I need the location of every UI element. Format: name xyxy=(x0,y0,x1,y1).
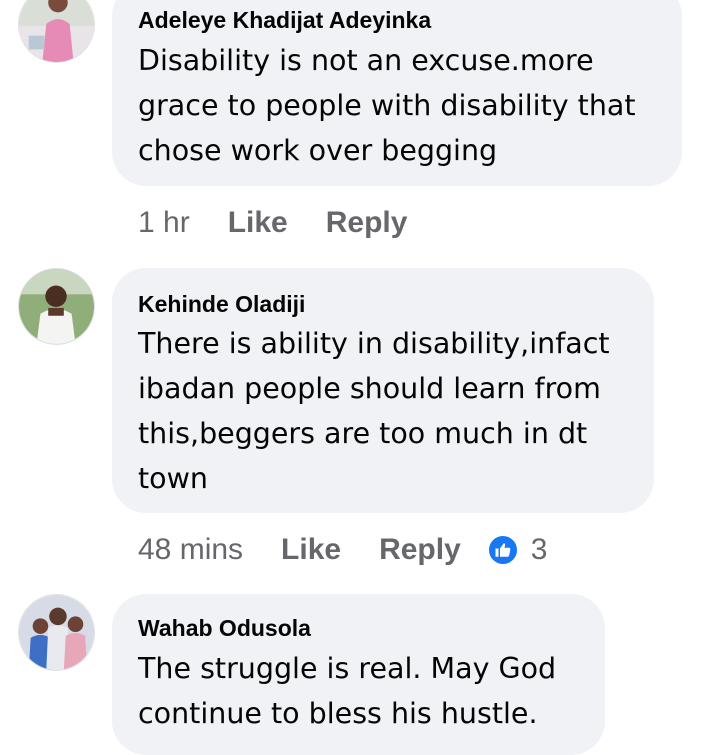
like-button[interactable]: Like xyxy=(281,533,341,567)
comment-actions: 1 hr Like Reply xyxy=(138,203,445,243)
reply-button[interactable]: Reply xyxy=(379,533,461,567)
comment-bubble: Adeleye Khadijat Adeyinka Disability is … xyxy=(112,0,682,186)
comment-line: There is ability in disability,infact xyxy=(138,327,610,360)
comment-line: this,beggers are too much in dt xyxy=(138,417,588,450)
avatar[interactable] xyxy=(18,268,95,345)
comment-item: Adeleye Khadijat Adeyinka Disability is … xyxy=(0,0,720,260)
comment-text: The struggle is real. May God continue t… xyxy=(138,646,556,736)
comment-actions: 48 mins Like Reply 3 xyxy=(138,530,547,570)
comment-author[interactable]: Wahab Odusola xyxy=(138,614,311,642)
comment-item: Kehinde Oladiji There is ability in disa… xyxy=(0,264,720,584)
comment-line: town xyxy=(138,462,208,495)
reply-button[interactable]: Reply xyxy=(326,206,408,240)
comment-line: grace to people with disability that xyxy=(138,89,636,122)
comment-item: Wahab Odusola The struggle is real. May … xyxy=(0,594,720,755)
comment-timestamp[interactable]: 1 hr xyxy=(138,206,190,240)
comment-bubble: Wahab Odusola The struggle is real. May … xyxy=(112,594,605,755)
reaction-summary[interactable]: 3 xyxy=(486,533,548,567)
comment-line: ibadan people should learn from xyxy=(138,372,601,405)
comment-timestamp[interactable]: 48 mins xyxy=(138,533,243,567)
user-avatar-icon xyxy=(19,595,94,670)
comment-text: There is ability in disability,infact ib… xyxy=(138,321,610,501)
user-avatar-icon xyxy=(19,0,94,62)
comment-line: chose work over begging xyxy=(138,134,498,167)
avatar[interactable] xyxy=(18,0,95,63)
like-icon xyxy=(486,534,519,566)
comment-author[interactable]: Kehinde Oladiji xyxy=(138,290,305,318)
comment-text: Disability is not an excuse.more grace t… xyxy=(138,38,636,173)
like-button[interactable]: Like xyxy=(228,206,288,240)
reaction-count: 3 xyxy=(530,533,548,566)
comment-line: Disability is not an excuse.more xyxy=(138,44,594,77)
user-avatar-icon xyxy=(19,269,94,344)
comment-line: continue to bless his hustle. xyxy=(138,697,538,730)
comment-bubble: Kehinde Oladiji There is ability in disa… xyxy=(112,268,654,513)
avatar[interactable] xyxy=(18,594,95,671)
comment-line: The struggle is real. May God xyxy=(138,652,557,685)
comment-author[interactable]: Adeleye Khadijat Adeyinka xyxy=(138,6,431,34)
